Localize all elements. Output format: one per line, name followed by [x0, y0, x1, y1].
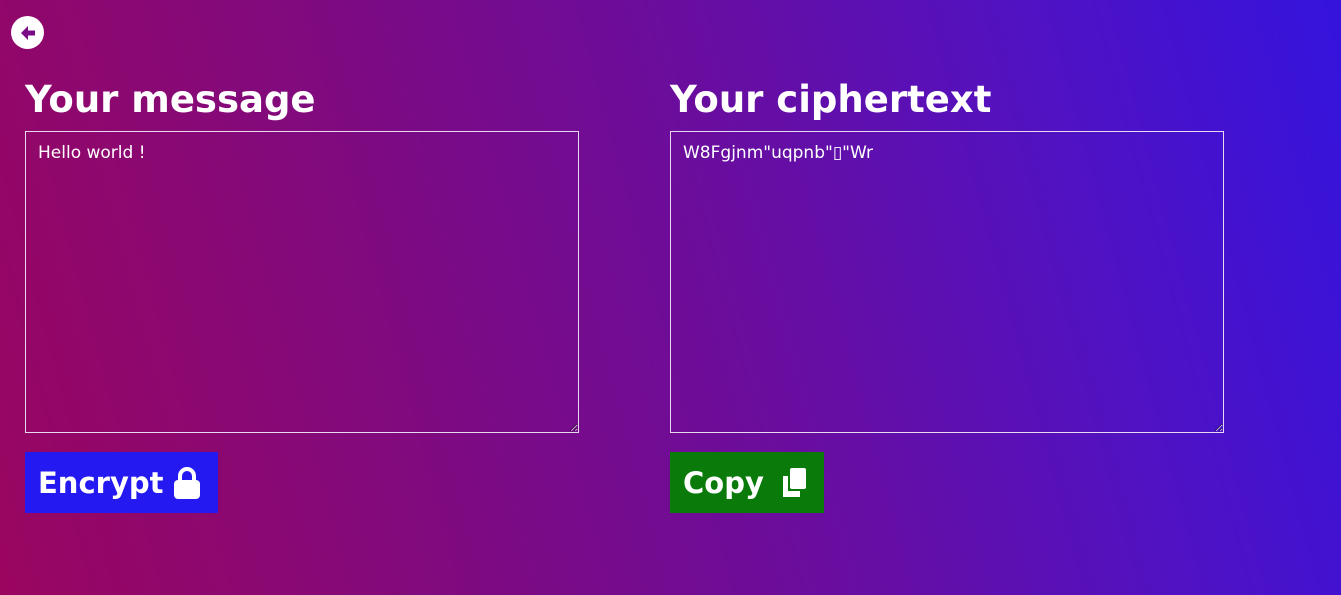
cipher-panel: Your ciphertext Copy: [670, 74, 1226, 513]
back-button[interactable]: [11, 16, 44, 49]
encrypt-button[interactable]: Encrypt: [25, 452, 218, 513]
cipher-heading: Your ciphertext: [670, 78, 992, 121]
copy-button[interactable]: Copy: [670, 452, 824, 513]
encrypt-button-label: Encrypt: [38, 465, 164, 500]
arrow-left-icon: [17, 22, 39, 44]
copy-icon: [780, 466, 808, 500]
message-input[interactable]: [25, 131, 579, 433]
message-heading: Your message: [25, 78, 316, 121]
ciphertext-output[interactable]: [670, 131, 1224, 433]
message-panel: Your message Encrypt: [25, 74, 581, 513]
lock-icon: [172, 466, 202, 500]
copy-button-label: Copy: [683, 465, 764, 500]
